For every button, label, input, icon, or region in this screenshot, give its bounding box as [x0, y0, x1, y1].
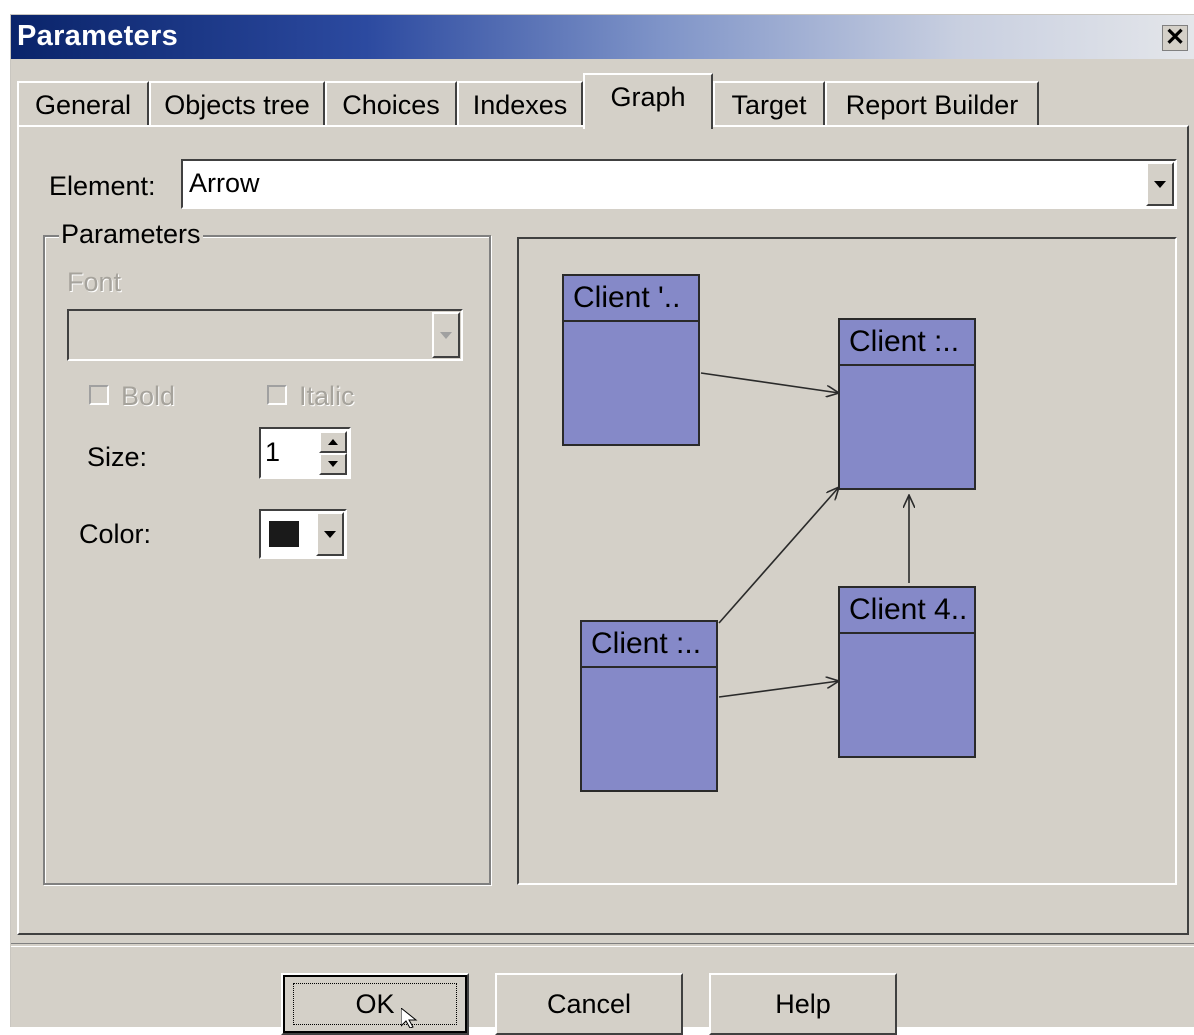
focus-ring — [293, 983, 457, 1025]
close-icon: ✕ — [1164, 24, 1186, 51]
tab-objects-tree[interactable]: Objects tree — [149, 81, 325, 127]
title-bar: Parameters ✕ — [11, 15, 1194, 59]
tab-general[interactable]: General — [17, 81, 149, 127]
graph-tab-panel: Element: Arrow Parameters Font Bold Ital… — [17, 125, 1189, 935]
element-label: Element: — [49, 171, 156, 201]
color-dropdown-button[interactable] — [316, 512, 344, 556]
graph-preview: Client '.. Client :.. Client :.. Client … — [517, 237, 1177, 885]
graph-edge-3-2 — [718, 487, 839, 624]
graph-edge-3-4 — [718, 681, 839, 698]
graph-node-label: Client :.. — [591, 627, 701, 660]
graph-preview-canvas: Client '.. Client :.. Client :.. Client … — [562, 274, 976, 792]
chevron-down-icon — [1154, 180, 1166, 188]
mouse-cursor-icon — [401, 1008, 418, 1028]
graph-node-label: Client '.. — [573, 281, 680, 314]
size-value: 1 — [265, 437, 281, 467]
size-spinner-buttons — [319, 431, 347, 475]
element-dropdown-button[interactable] — [1146, 162, 1174, 206]
bold-label: Bold — [121, 381, 176, 411]
font-dropdown-button[interactable] — [432, 312, 460, 358]
arrow-up-icon — [328, 439, 338, 445]
close-button[interactable]: ✕ — [1162, 25, 1188, 51]
spin-down-button[interactable] — [319, 453, 347, 475]
size-label: Size: — [87, 442, 148, 472]
tab-report-builder[interactable]: Report Builder — [825, 81, 1039, 127]
ok-button[interactable]: OK — [281, 973, 469, 1035]
graph-node-label: Client :.. — [849, 325, 959, 358]
tab-strip: General Objects tree Choices Indexes Gra… — [17, 73, 1117, 129]
button-bar-separator — [11, 943, 1194, 947]
chevron-down-icon — [440, 331, 452, 339]
spin-up-button[interactable] — [319, 431, 347, 453]
parameters-group: Parameters Font Bold Italic Size: 1 Colo… — [43, 219, 491, 885]
color-label: Color: — [79, 519, 152, 549]
tab-graph[interactable]: Graph — [583, 73, 713, 129]
graph-node: Client :.. — [838, 318, 976, 490]
graph-node: Client :.. — [580, 620, 718, 792]
dialog-title: Parameters — [17, 20, 178, 52]
italic-checkbox[interactable] — [267, 385, 287, 405]
tab-target[interactable]: Target — [713, 81, 825, 127]
italic-label: Italic — [299, 381, 355, 411]
help-button[interactable]: Help — [709, 973, 897, 1035]
graph-node: Client '.. — [562, 274, 700, 446]
color-swatch — [269, 521, 299, 547]
size-spinner[interactable]: 1 — [259, 427, 351, 479]
cancel-button[interactable]: Cancel — [495, 973, 683, 1035]
graph-edge-1-2 — [700, 372, 839, 393]
chevron-down-icon — [324, 530, 336, 538]
parameters-dialog: Parameters ✕ General Objects tree Choice… — [10, 14, 1194, 1035]
graph-node-label: Client 4.. — [849, 593, 967, 626]
font-select[interactable] — [67, 309, 463, 361]
bold-checkbox[interactable] — [89, 385, 109, 405]
arrow-down-icon — [328, 461, 338, 467]
font-label: Font — [67, 267, 122, 297]
element-select[interactable]: Arrow — [181, 159, 1177, 209]
tab-indexes[interactable]: Indexes — [457, 81, 583, 127]
color-select[interactable] — [259, 509, 347, 559]
parameters-group-title: Parameters — [59, 219, 203, 250]
tab-choices[interactable]: Choices — [325, 81, 457, 127]
graph-node: Client 4.. — [838, 586, 976, 758]
element-select-value: Arrow — [189, 168, 260, 198]
